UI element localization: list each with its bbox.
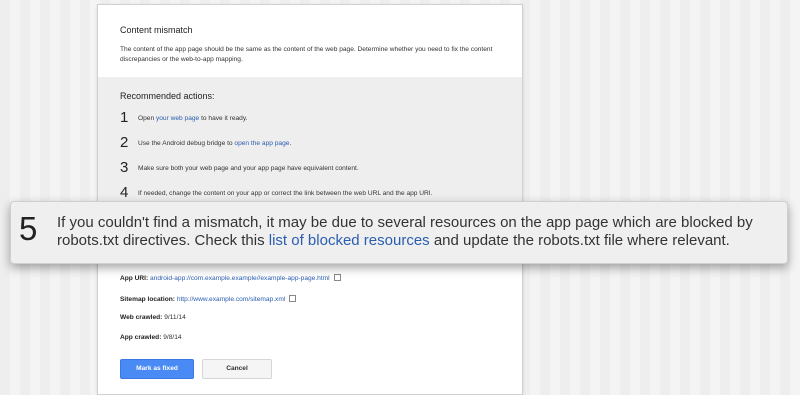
external-link-icon[interactable] xyxy=(333,274,341,281)
recommended-actions-title: Recommended actions: xyxy=(120,91,215,101)
app-uri-label: App URI: xyxy=(120,275,149,282)
web-crawled-field: Web crawled: 9/11/14 xyxy=(120,314,186,321)
app-crawled-field: App crawled: 9/8/14 xyxy=(120,334,182,341)
step-text-pre: Use the Android debug bridge to xyxy=(138,140,235,147)
app-uri-link[interactable]: android-app://com.example.example//examp… xyxy=(150,275,330,282)
web-crawled-label: Web crawled: xyxy=(120,314,163,321)
step-5-callout: 5 If you couldn't find a mismatch, it ma… xyxy=(10,201,788,264)
blocked-resources-link[interactable]: list of blocked resources xyxy=(269,232,430,249)
app-crawled-value: 9/8/14 xyxy=(163,334,182,341)
app-uri-field: App URI: android-app://com.example.examp… xyxy=(120,273,341,282)
dialog-description: The content of the app page should be th… xyxy=(120,46,493,63)
external-link-icon[interactable] xyxy=(289,295,297,302)
open-app-page-link[interactable]: open the app page xyxy=(234,140,289,147)
app-crawled-label: App crawled: xyxy=(120,334,162,341)
your-web-page-link[interactable]: your web page xyxy=(156,115,199,122)
step-number: 3 xyxy=(120,159,129,176)
dialog-header xyxy=(98,5,522,77)
step-text-post: . xyxy=(289,140,292,147)
step-text-post: to have it ready. xyxy=(199,115,248,122)
step-number: 2 xyxy=(120,134,129,151)
callout-text-post: and update the robots.txt file where rel… xyxy=(429,232,730,249)
mark-as-fixed-button[interactable]: Mark as fixed xyxy=(120,359,194,379)
web-crawled-value: 9/11/14 xyxy=(164,314,186,321)
content-mismatch-dialog: Content mismatch The content of the app … xyxy=(97,4,523,395)
sitemap-field: Sitemap location: http://www.example.com… xyxy=(120,294,297,303)
callout-text: If you couldn't find a mismatch, it may … xyxy=(57,214,777,250)
step-text: Open your web page to have it ready. xyxy=(138,115,248,122)
callout-number: 5 xyxy=(19,210,38,247)
cancel-button[interactable]: Cancel xyxy=(202,359,272,379)
step-text: If needed, change the content on your ap… xyxy=(138,190,433,197)
step-number: 4 xyxy=(120,184,129,201)
step-text: Use the Android debug bridge to open the… xyxy=(138,140,291,147)
step-text: Make sure both your web page and your ap… xyxy=(138,165,359,172)
step-text-pre: Open xyxy=(138,115,156,122)
dialog-title: Content mismatch xyxy=(120,25,193,35)
sitemap-link[interactable]: http://www.example.com/sitemap.xml xyxy=(177,296,285,303)
sitemap-label: Sitemap location: xyxy=(120,296,175,303)
step-number: 1 xyxy=(120,109,129,126)
